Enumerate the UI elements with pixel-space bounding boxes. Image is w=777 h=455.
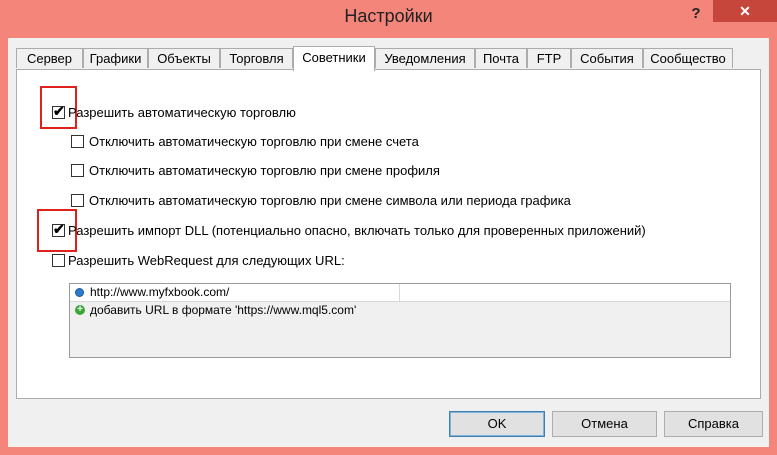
help-title-button[interactable]: ? — [683, 3, 709, 25]
checkmark-icon: ✔ — [53, 221, 65, 237]
checkmark-icon: ✔ — [53, 103, 65, 119]
title-bar: Настройки ? ✕ — [0, 0, 777, 38]
allow-webrequest-label: Разрешить WebRequest для следующих URL: — [68, 253, 345, 268]
experts-panel: ✔ Разрешить автоматическую торговлю Откл… — [16, 69, 761, 399]
list-item[interactable]: http://www.myfxbook.com/ — [70, 284, 730, 302]
tab-ftp[interactable]: FTP — [527, 48, 571, 68]
add-icon: + — [75, 305, 85, 315]
tab-objects[interactable]: Объекты — [148, 48, 220, 68]
add-url-hint: добавить URL в формате 'https://www.mql5… — [90, 303, 357, 317]
disable-on-account-change-label: Отключить автоматическую торговлю при см… — [89, 134, 419, 149]
dialog-body: Сервер Графики Объекты Торговля Советник… — [8, 38, 769, 447]
tab-charts[interactable]: Графики — [83, 48, 148, 68]
allow-dll-imports-label: Разрешить импорт DLL (потенциально опасн… — [68, 223, 646, 238]
url-list[interactable]: http://www.myfxbook.com/ + добавить URL … — [69, 283, 731, 358]
window-title: Настройки — [344, 6, 433, 26]
allow-webrequest-checkbox[interactable] — [52, 254, 65, 267]
cancel-button[interactable]: Отмена — [552, 411, 657, 437]
close-button[interactable]: ✕ — [713, 0, 777, 22]
tab-events[interactable]: События — [571, 48, 643, 68]
ok-button[interactable]: OK — [449, 411, 545, 437]
tab-notifications[interactable]: Уведомления — [375, 48, 475, 68]
disable-on-account-change-checkbox[interactable] — [71, 135, 84, 148]
disable-on-profile-change-label: Отключить автоматическую торговлю при см… — [89, 163, 440, 178]
tab-community[interactable]: Сообщество — [643, 48, 733, 68]
tab-experts[interactable]: Советники — [293, 46, 375, 71]
tab-email[interactable]: Почта — [475, 48, 527, 68]
globe-icon — [75, 288, 84, 297]
disable-on-profile-change-checkbox[interactable] — [71, 164, 84, 177]
allow-auto-trading-label: Разрешить автоматическую торговлю — [68, 105, 296, 120]
allow-auto-trading-checkbox[interactable]: ✔ — [52, 103, 65, 119]
allow-dll-imports-checkbox[interactable]: ✔ — [52, 221, 65, 237]
add-url-row[interactable]: + добавить URL в формате 'https://www.mq… — [70, 302, 730, 319]
disable-on-symbol-change-checkbox[interactable] — [71, 194, 84, 207]
url-text: http://www.myfxbook.com/ — [90, 285, 230, 299]
tab-trade[interactable]: Торговля — [220, 48, 293, 68]
tab-server[interactable]: Сервер — [16, 48, 83, 68]
help-button[interactable]: Справка — [664, 411, 763, 437]
column-divider — [399, 284, 400, 301]
disable-on-symbol-change-label: Отключить автоматическую торговлю при см… — [89, 193, 571, 208]
